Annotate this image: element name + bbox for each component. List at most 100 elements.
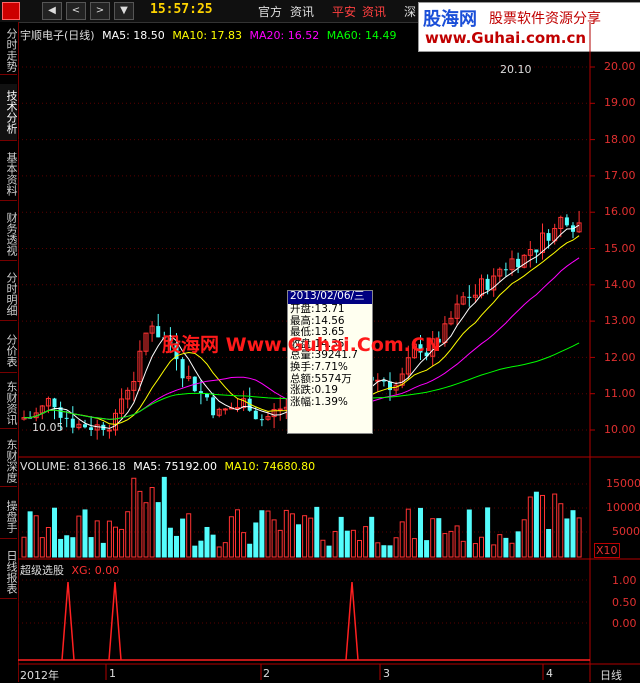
menu-shen[interactable]: 深 (404, 3, 416, 20)
volume-bar (204, 526, 210, 558)
sidebar-item-intraday[interactable]: 分时走势 (0, 26, 18, 75)
volume-bar (533, 491, 539, 558)
volume-bar (198, 540, 204, 558)
candle-down (83, 424, 87, 428)
candle-down (259, 419, 264, 421)
candle-up (106, 429, 112, 432)
candle-down (156, 326, 161, 338)
candle-down (503, 269, 508, 271)
volume-bar (357, 539, 362, 558)
sidebar-item-basic[interactable]: 基本资料 (0, 148, 18, 201)
candle-down (467, 296, 472, 298)
volume-bar (247, 543, 253, 558)
volume-bar (546, 528, 552, 558)
volume-bar (509, 542, 515, 558)
tooltip-change-pct: 涨幅:1.39% (290, 395, 348, 408)
volume-bar (411, 538, 417, 558)
period-label: 日线 (600, 669, 622, 682)
volume-bar (363, 526, 369, 558)
tooltip-change: 涨跌:0.19 (290, 384, 338, 397)
volume-bar (418, 507, 423, 558)
app-icon[interactable] (2, 2, 20, 20)
volume-bar (527, 496, 533, 558)
xaxis-label: 3 (383, 667, 390, 680)
volume-unit: X10 (594, 543, 620, 558)
xaxis-label: 4 (546, 667, 553, 680)
signal-spike (345, 581, 359, 661)
nav-next-button[interactable]: > (90, 2, 110, 20)
price-tick: 13.00 (604, 314, 636, 327)
volume-bar (167, 527, 173, 558)
nav-prev-button[interactable]: < (66, 2, 86, 20)
volume-bar (100, 542, 106, 558)
price-tick: 12.00 (604, 351, 636, 364)
sidebar-item-news[interactable]: 东财资讯 (0, 378, 18, 429)
sidebar-item-depth[interactable]: 东财深度 (0, 436, 18, 487)
volume-bar (235, 509, 240, 558)
volume-bar (52, 507, 57, 558)
price-tick: 17.00 (604, 169, 636, 182)
xaxis-label: 2012年 (20, 669, 59, 682)
volume-bar (192, 545, 198, 558)
nav-first-button[interactable]: ◀ (42, 2, 62, 20)
volume-bar (302, 515, 308, 558)
sidebar-item-finance[interactable]: 财务透视 (0, 208, 18, 261)
volume-bar (131, 477, 137, 558)
volume-bar (228, 516, 234, 558)
volume-bar (381, 545, 387, 558)
dropdown-button[interactable]: ▼ (114, 2, 134, 20)
main-legend: 宇顺电子(日线) MA5: 18.50 MA10: 17.83 MA20: 16… (20, 27, 396, 43)
stock-title: 宇顺电子(日线) (20, 29, 95, 42)
volume-bar (143, 502, 149, 558)
low-price-label: 10.05 (32, 421, 64, 434)
volume-bar (64, 535, 70, 558)
volume-bar (558, 503, 564, 558)
price-tick: 10.00 (604, 423, 636, 436)
price-tick: 14.00 (604, 278, 636, 291)
volume-tick: 15000 (606, 477, 640, 490)
volume-bar (27, 511, 33, 558)
volume-bar (76, 515, 82, 558)
sidebar-item-daily-report[interactable]: 日线报表 (0, 546, 18, 599)
volume-bar (94, 520, 100, 558)
sidebar-item-price-table[interactable]: 分价表 (0, 328, 18, 373)
volume-title: VOLUME: 81366.18 (20, 460, 126, 473)
candle-down (534, 249, 539, 253)
volume-bar (454, 525, 460, 558)
high-price-label: 20.10 (500, 63, 532, 76)
sidebar-item-detail[interactable]: 分时明细 (0, 268, 18, 321)
candle-down (70, 418, 75, 428)
volume-bar (222, 542, 228, 558)
menu-pingan[interactable]: 平安 (332, 3, 356, 20)
volume-bar (106, 520, 112, 558)
volume-bar (485, 507, 491, 558)
volume-bar (119, 528, 125, 558)
menu-news-1[interactable]: 资讯 (290, 3, 314, 20)
volume-bar (344, 530, 350, 558)
sidebar-item-trader[interactable]: 操盘手 (0, 494, 18, 539)
volume-bar (521, 519, 527, 558)
volume-bar (405, 508, 411, 558)
volume-bar (448, 530, 454, 558)
menu-news-2[interactable]: 资讯 (362, 3, 386, 20)
volume-bar (479, 536, 484, 558)
menu-official[interactable]: 官方 (258, 3, 282, 20)
volume-bar (472, 543, 478, 558)
candle-down (546, 233, 551, 241)
volume-bar (277, 529, 283, 558)
volume-bar (186, 513, 192, 558)
volume-bar (82, 509, 88, 558)
price-tick: 11.00 (604, 387, 636, 400)
indicator-tick: 0.00 (612, 617, 637, 630)
candle-down (211, 397, 216, 416)
volume-bar (424, 540, 430, 558)
volume-bar (241, 532, 247, 558)
candle-tooltip: 2013/02/06/三 开盘:13.71 最高:14.56 最低:13.65 … (287, 290, 373, 434)
volume-bar (125, 511, 131, 558)
volume-ma5: MA5: 75192.00 (133, 460, 217, 473)
price-tick: 18.00 (604, 133, 636, 146)
volume-bar (399, 521, 405, 558)
sidebar: 分时走势 技术分析 基本资料 财务透视 分时明细 分价表 东财资讯 东财深度 操… (0, 22, 19, 682)
xaxis-label: 2 (263, 667, 270, 680)
sidebar-item-technical[interactable]: 技术分析 (0, 84, 18, 141)
